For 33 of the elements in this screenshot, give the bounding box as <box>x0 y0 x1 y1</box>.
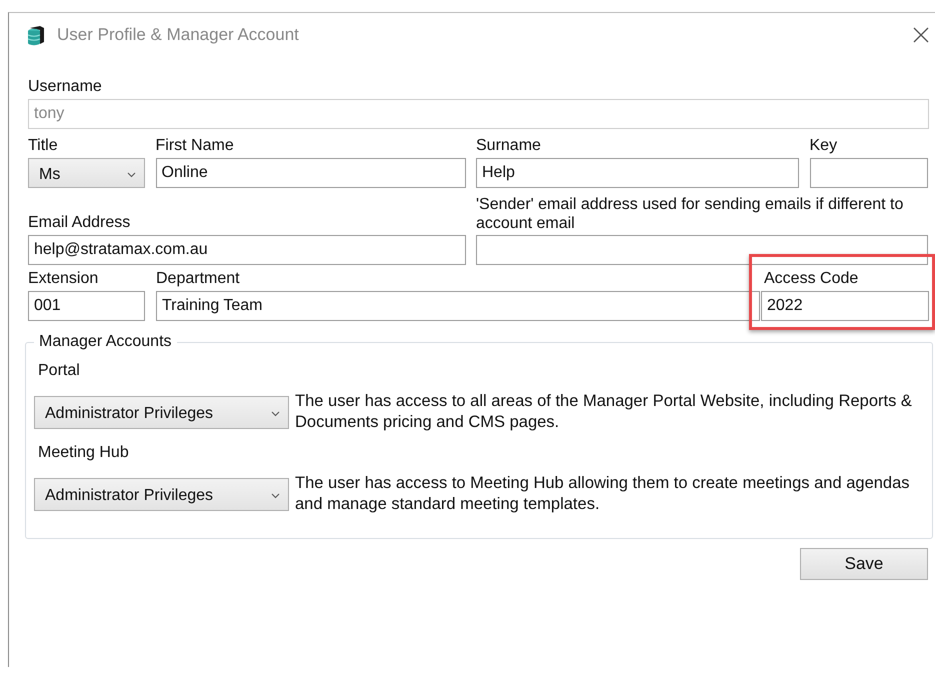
close-icon[interactable] <box>913 27 929 43</box>
input-field[interactable] <box>810 158 928 188</box>
input-field[interactable]: help@stratamax.com.au <box>28 235 466 265</box>
caret-icon <box>271 411 280 417</box>
input-field[interactable]: Help <box>476 158 799 188</box>
save-button[interactable]: Save <box>800 548 928 580</box>
input-field[interactable]: 001 <box>28 291 145 321</box>
input-field[interactable]: 2022 <box>761 291 929 321</box>
field-label: First Name <box>156 136 235 156</box>
field-label: Email Address <box>28 213 132 233</box>
window-title: User Profile & Manager Account <box>57 25 300 45</box>
input-field[interactable]: Training Team <box>156 291 760 321</box>
field-label: Title <box>28 136 59 156</box>
caret-icon <box>127 172 136 178</box>
field-label: 'Sender' email address used for sending emails if different to account email <box>476 195 904 233</box>
description-text: The user has access to Meeting Hub allowing them to create meetings and agendas and manage standard meeting templates. <box>295 473 911 515</box>
field-label: Key <box>810 136 838 156</box>
dropdown[interactable]: Administrator Privileges <box>34 478 289 510</box>
field-label: Access Code <box>763 269 860 289</box>
field-label: Meeting Hub <box>38 443 130 463</box>
group-title: Manager Accounts <box>34 332 177 352</box>
dropdown[interactable]: Ms <box>28 158 145 188</box>
field-label: Portal <box>38 361 81 381</box>
field-label: Extension <box>28 269 100 289</box>
caret-icon <box>271 493 280 499</box>
dropdown[interactable]: Administrator Privileges <box>34 396 289 428</box>
description-text: The user has access to all areas of the Manager Portal Website, including Reports & Documents pricing and CMS pages. <box>295 391 913 433</box>
input-field[interactable]: Online <box>156 158 466 188</box>
input-field[interactable] <box>476 235 928 265</box>
field-label: Surname <box>476 136 542 156</box>
app-icon <box>27 24 45 46</box>
field-label: Department <box>156 269 241 289</box>
field-label: Username <box>28 77 103 97</box>
